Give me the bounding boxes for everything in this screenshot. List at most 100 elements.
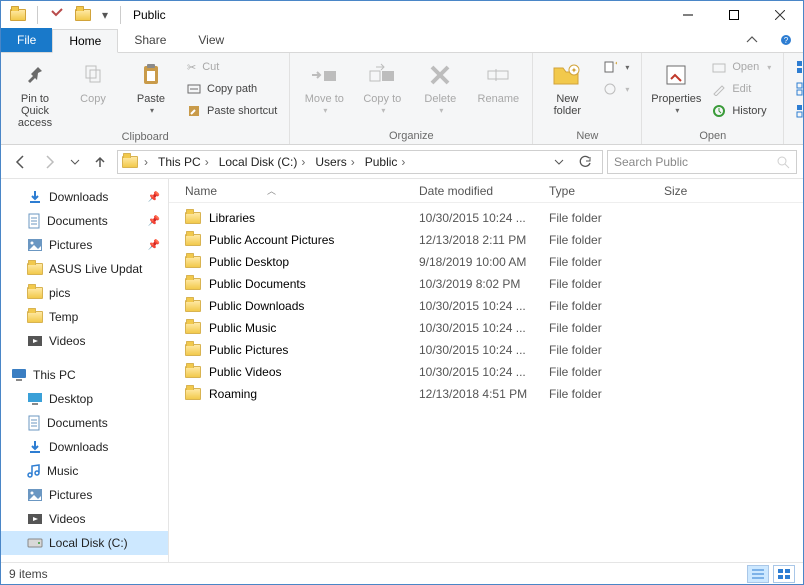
- body: Downloads📌Documents📌Pictures📌ASUS Live U…: [1, 179, 803, 562]
- tree-item[interactable]: Videos: [1, 329, 168, 353]
- table-row[interactable]: Public Downloads10/30/2015 10:24 ...File…: [169, 295, 803, 317]
- folder-icon: [185, 212, 201, 224]
- tree-item-label: Documents: [47, 416, 108, 430]
- tree-item[interactable]: Desktop: [1, 387, 168, 411]
- refresh-button[interactable]: [572, 150, 598, 174]
- table-row[interactable]: Public Documents10/3/2019 8:02 PMFile fo…: [169, 273, 803, 295]
- paste-button[interactable]: Paste: [125, 57, 177, 117]
- col-date[interactable]: Date modified: [419, 184, 549, 198]
- tree-item[interactable]: Downloads📌: [1, 185, 168, 209]
- ribbon-group-new: ✦ New folder ✦ New: [533, 53, 642, 144]
- copy-to-button[interactable]: Copy to: [356, 57, 408, 117]
- qat-newfolder-icon[interactable]: [72, 4, 94, 26]
- tree-thispc[interactable]: This PC: [1, 363, 168, 387]
- table-row[interactable]: Roaming12/13/2018 4:51 PMFile folder: [169, 383, 803, 405]
- music-icon: [27, 463, 41, 479]
- col-type[interactable]: Type: [549, 184, 664, 198]
- help-icon[interactable]: ?: [769, 28, 803, 52]
- rename-button[interactable]: Rename: [472, 57, 524, 105]
- tree-item-label: pics: [49, 286, 70, 300]
- properties-button[interactable]: Properties: [650, 57, 702, 117]
- tree-item[interactable]: Pictures: [1, 483, 168, 507]
- desktop-icon: [27, 392, 43, 406]
- open-button[interactable]: Open: [708, 57, 775, 77]
- search-icon: [776, 155, 790, 169]
- folder-icon: [185, 344, 201, 356]
- file-rows[interactable]: Libraries10/30/2015 10:24 ...File folder…: [169, 203, 803, 562]
- address-bar[interactable]: › This PC› Local Disk (C:)› Users› Publi…: [117, 150, 603, 174]
- forward-button[interactable]: [37, 149, 63, 175]
- pin-quick-access-button[interactable]: Pin to Quick access: [9, 57, 61, 129]
- navbar: › This PC› Local Disk (C:)› Users› Publi…: [1, 145, 803, 179]
- table-row[interactable]: Public Desktop9/18/2019 10:00 AMFile fol…: [169, 251, 803, 273]
- new-item-button[interactable]: ✦: [599, 57, 633, 77]
- tree-item[interactable]: Pictures📌: [1, 233, 168, 257]
- crumb-public[interactable]: Public›: [361, 151, 410, 173]
- tree-item[interactable]: Music: [1, 459, 168, 483]
- back-button[interactable]: [7, 149, 33, 175]
- folder-icon: [185, 322, 201, 334]
- table-row[interactable]: Public Videos10/30/2015 10:24 ...File fo…: [169, 361, 803, 383]
- history-button[interactable]: History: [708, 101, 775, 121]
- tab-view[interactable]: View: [182, 28, 240, 52]
- tree-item-label: Downloads: [49, 440, 108, 454]
- delete-button[interactable]: Delete: [414, 57, 466, 117]
- file-type: File folder: [549, 343, 664, 357]
- file-date: 10/30/2015 10:24 ...: [419, 321, 549, 335]
- paste-icon: [139, 59, 163, 91]
- tree-item[interactable]: Local Disk (C:): [1, 531, 168, 555]
- tree-item[interactable]: Temp: [1, 305, 168, 329]
- nav-tree[interactable]: Downloads📌Documents📌Pictures📌ASUS Live U…: [1, 179, 169, 562]
- crumb-users[interactable]: Users›: [311, 151, 358, 173]
- table-row[interactable]: Public Music10/30/2015 10:24 ...File fol…: [169, 317, 803, 339]
- up-button[interactable]: [87, 149, 113, 175]
- search-input[interactable]: Search Public: [607, 150, 797, 174]
- qat-properties-icon[interactable]: [46, 4, 68, 26]
- tree-item[interactable]: Downloads: [1, 435, 168, 459]
- status-bar: 9 items: [1, 562, 803, 584]
- table-row[interactable]: Public Pictures10/30/2015 10:24 ...File …: [169, 339, 803, 361]
- tree-item[interactable]: Videos: [1, 507, 168, 531]
- crumb-thispc[interactable]: This PC›: [154, 151, 213, 173]
- crumb-localdisk[interactable]: Local Disk (C:)›: [215, 151, 310, 173]
- copy-button[interactable]: Copy: [67, 57, 119, 105]
- edit-button[interactable]: Edit: [708, 79, 775, 99]
- folder-icon: [185, 234, 201, 246]
- ribbon-collapse-icon[interactable]: [735, 28, 769, 52]
- copy-path-button[interactable]: Copy path: [183, 79, 281, 99]
- cut-button[interactable]: ✂ Cut: [183, 57, 281, 77]
- item-count: 9 items: [9, 567, 48, 581]
- table-row[interactable]: Public Account Pictures12/13/2018 2:11 P…: [169, 229, 803, 251]
- col-size[interactable]: Size: [664, 184, 744, 198]
- easy-access-button[interactable]: [599, 79, 633, 99]
- view-large-button[interactable]: [773, 565, 795, 583]
- tab-share[interactable]: Share: [118, 28, 182, 52]
- file-name: Public Account Pictures: [209, 233, 334, 247]
- recent-locations-button[interactable]: [67, 149, 83, 175]
- minimize-button[interactable]: [665, 1, 711, 29]
- close-button[interactable]: [757, 1, 803, 29]
- select-all-button[interactable]: Select all: [792, 57, 804, 77]
- tree-item-label: Desktop: [49, 392, 93, 406]
- invert-selection-button[interactable]: Invert selection: [792, 101, 804, 121]
- tree-item[interactable]: pics: [1, 281, 168, 305]
- move-to-button[interactable]: Move to: [298, 57, 350, 117]
- tree-item[interactable]: ASUS Live Updat: [1, 257, 168, 281]
- select-none-button[interactable]: Select none: [792, 79, 804, 99]
- table-row[interactable]: Libraries10/30/2015 10:24 ...File folder: [169, 207, 803, 229]
- file-tab[interactable]: File: [1, 28, 52, 52]
- document-icon: [27, 415, 41, 431]
- disk-icon: [27, 536, 43, 550]
- tree-item[interactable]: Documents: [1, 411, 168, 435]
- folder-icon: [185, 256, 201, 268]
- tab-home[interactable]: Home: [52, 29, 118, 53]
- new-folder-button[interactable]: ✦ New folder: [541, 57, 593, 117]
- tree-item[interactable]: Documents📌: [1, 209, 168, 233]
- paste-shortcut-button[interactable]: Paste shortcut: [183, 101, 281, 121]
- col-name[interactable]: Name ︿: [169, 184, 419, 198]
- maximize-button[interactable]: [711, 1, 757, 29]
- qat-dropdown-icon[interactable]: ▾: [98, 4, 112, 26]
- view-details-button[interactable]: [747, 565, 769, 583]
- crumb-root-caret[interactable]: ›: [140, 151, 152, 173]
- address-dropdown-button[interactable]: [546, 150, 572, 174]
